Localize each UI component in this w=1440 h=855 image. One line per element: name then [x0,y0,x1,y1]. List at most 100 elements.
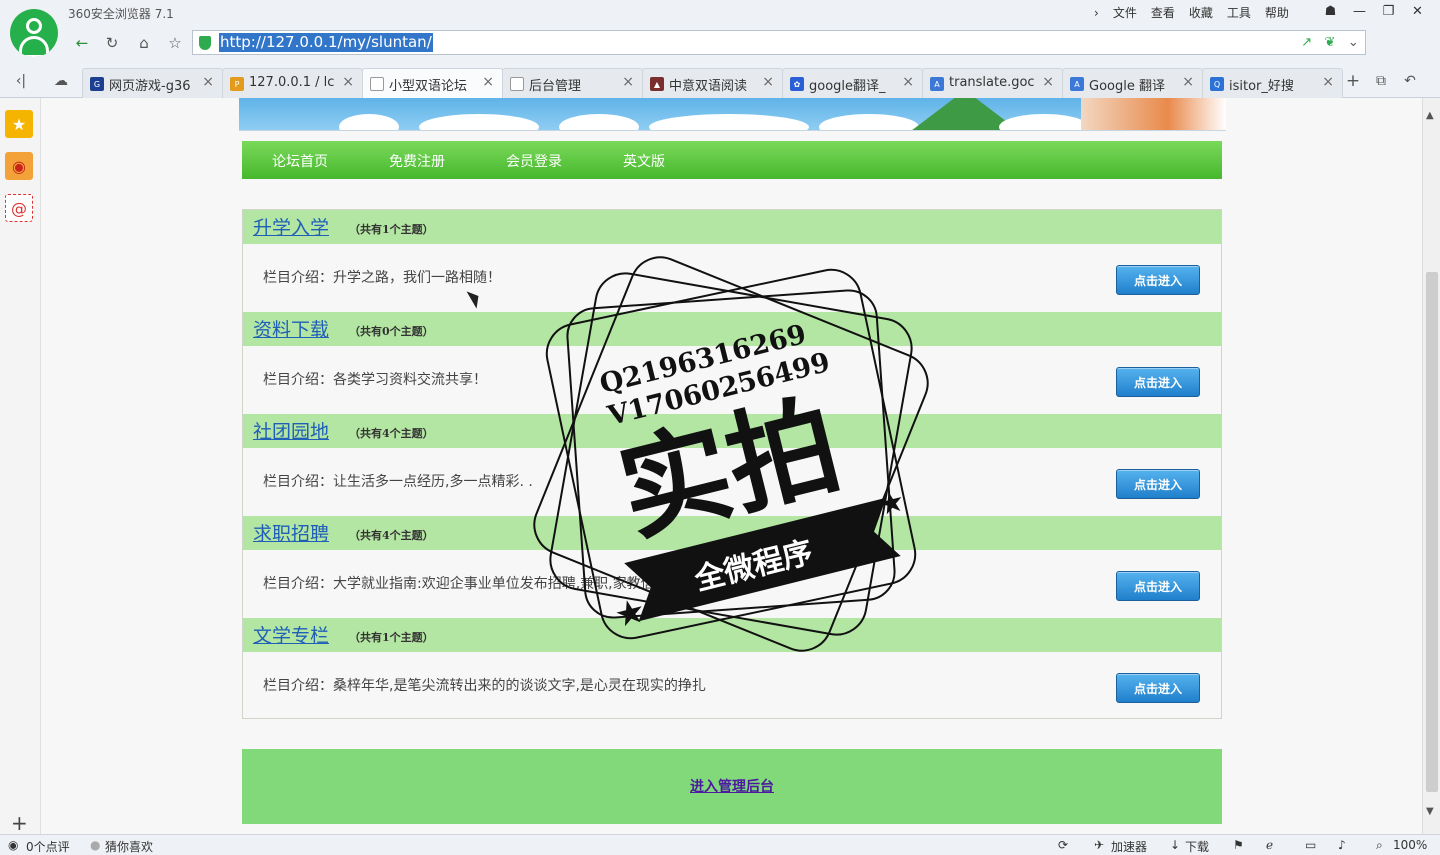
tab-favicon-icon [370,77,384,91]
status-guess[interactable]: 猜你喜欢 [105,838,153,855]
browser-tab[interactable]: 后台管理 × [502,68,643,98]
status-zoom[interactable]: 100% [1393,838,1427,852]
status-accelerator[interactable]: 加速器 [1111,838,1147,855]
tab-title: 网页游戏-g36 [109,79,191,94]
user-avatar-icon[interactable] [10,9,58,57]
menu-help[interactable]: 帮助 [1265,4,1289,21]
tab-close-icon[interactable]: × [1182,74,1194,90]
vertical-scrollbar[interactable]: ▲ ▼ [1422,98,1440,834]
home-icon[interactable]: ⌂ [134,33,154,53]
download-arrow-icon[interactable]: ↓ [1170,838,1180,852]
board-topic-count: （共有1个主题） [349,223,434,236]
flag-icon[interactable]: ⚑ [1233,838,1244,852]
tab-favicon-icon: A [1070,77,1084,91]
url-actions: ↗ ❦ ⌄ [1295,31,1365,54]
board-description: 栏目介绍：升学之路，我们一路相随！ [263,270,501,286]
board-topic-count: （共有4个主题） [349,529,434,542]
forum-nav: 论坛首页 免费注册 会员登录 英文版 [242,141,1222,179]
status-bar: ◉ 0个点评 ● 猜你喜欢 ⟳ ✈ 加速器 ↓ 下载 ⚑ ℯ ▭ ♪ ⌕ 100… [0,834,1440,855]
tab-favicon-icon: ✿ [790,77,804,91]
sync-icon[interactable]: ⟳ [1058,838,1068,852]
tab-close-icon[interactable]: × [762,74,774,90]
weibo-icon[interactable]: ◉ [5,152,33,180]
minimize-button[interactable]: — [1345,0,1374,22]
nav-register-link[interactable]: 免费注册 [389,151,445,171]
scroll-down-icon[interactable]: ▼ [1426,806,1434,817]
comment-icon[interactable]: ◉ [8,838,18,852]
shirt-skin-icon[interactable]: ☗ [1316,0,1345,22]
nav-english-link[interactable]: 英文版 [623,151,665,171]
browser-tab[interactable]: Qisitor_好搜 × [1202,68,1343,98]
status-comments[interactable]: 0个点评 [26,838,70,855]
browser-tab[interactable]: A Google 翻译 × [1062,68,1203,98]
chevron-right-icon[interactable]: › [1094,6,1099,20]
enter-board-button[interactable]: 点击进入 [1116,367,1200,397]
zoom-icon[interactable]: ⌕ [1376,838,1383,853]
tab-close-icon[interactable]: × [622,74,634,90]
new-tab-plus-icon[interactable]: + [1343,71,1363,91]
browser-tab[interactable]: ✿ google翻译_ × [782,68,923,98]
share-icon[interactable]: ↗ [1301,35,1312,50]
menu-favorites[interactable]: 收藏 [1189,4,1213,21]
nav-home-link[interactable]: 论坛首页 [272,151,328,171]
tab-title: Google 翻译 [1089,79,1165,94]
address-bar[interactable]: http://127.0.0.1/my/sluntan/ ↗ ❦ ⌄ [192,30,1366,55]
menu-view[interactable]: 查看 [1151,4,1175,21]
tab-favicon-icon: A [930,77,944,91]
url-text[interactable]: http://127.0.0.1/my/sluntan/ [219,33,433,52]
tab-favicon-icon: Q [1210,77,1224,91]
scrollbar-thumb[interactable] [1426,272,1438,792]
status-download[interactable]: 下载 [1185,838,1209,855]
enter-board-button[interactable]: 点击进入 [1116,673,1200,703]
browser-tab[interactable]: P 127.0.0.1 / lc × [222,68,363,98]
board-name-link[interactable]: 升学入学 [253,213,329,240]
tab-close-icon[interactable]: × [342,74,354,90]
ie-mode-icon[interactable]: ℯ [1266,838,1273,852]
board-name-link[interactable]: 文学专栏 [253,621,329,648]
tab-window-icon[interactable]: ⧉ [1371,72,1391,90]
tab-close-icon[interactable]: × [902,74,914,90]
board-name-link[interactable]: 求职招聘 [253,519,329,546]
admin-backend-link[interactable]: 进入管理后台 [242,776,1222,796]
close-window-button[interactable]: ✕ [1403,0,1432,22]
add-sidebar-plus-icon[interactable]: + [11,811,28,835]
cloud-icon[interactable]: ☁ [51,72,71,90]
maximize-button[interactable]: ❐ [1374,0,1403,22]
tab-close-icon[interactable]: × [482,74,494,90]
tab-title: isitor_好搜 [1229,79,1294,94]
leaf-icon[interactable]: ❦ [1325,35,1336,50]
browser-tab[interactable]: Atranslate.goc × [922,68,1063,98]
chevron-down-icon[interactable]: ⌄ [1348,35,1359,50]
nav-login-link[interactable]: 会员登录 [506,151,562,171]
enter-board-button[interactable]: 点击进入 [1116,469,1200,499]
mail-at-icon[interactable]: @ [5,194,33,222]
tab-close-icon[interactable]: × [1042,74,1054,90]
tab-title: 中意双语阅读 [669,79,748,94]
window-controls: ☗ — ❐ ✕ [1316,0,1432,22]
scroll-up-icon[interactable]: ▲ [1426,110,1434,121]
back-arrow-icon[interactable]: ← [72,33,92,53]
browser-tab[interactable]: 小型双语论坛 × [362,68,503,99]
guess-icon[interactable]: ● [90,838,100,852]
browser-tab[interactable]: G 网页游戏-g36 × [82,68,223,98]
board-name-link[interactable]: 社团园地 [253,417,329,444]
tab-close-icon[interactable]: × [1322,74,1334,90]
refresh-icon[interactable]: ↻ [102,33,122,53]
favorites-star-icon[interactable]: ★ [5,110,33,138]
enter-board-button[interactable]: 点击进入 [1116,571,1200,601]
rocket-icon[interactable]: ✈ [1094,838,1104,852]
enter-board-button[interactable]: 点击进入 [1116,265,1200,295]
window-icon[interactable]: ▭ [1305,838,1316,852]
tab-list-left-icon[interactable]: ‹| [11,72,31,90]
navigation-row: ← ↻ ⌂ ☆ http://127.0.0.1/my/sluntan/ ↗ ❦… [66,29,1433,57]
sound-icon[interactable]: ♪ [1338,838,1346,852]
star-bookmark-icon[interactable]: ☆ [165,33,185,53]
board-header: 升学入学 （共有1个主题） [243,210,1221,244]
menu-file[interactable]: 文件 [1113,4,1137,21]
watermark-stamp: Q2196316269 V17060256499 实拍 全微程序 ★ ★ [533,256,929,652]
undo-closed-tab-icon[interactable]: ↶ [1400,72,1420,90]
browser-tab[interactable]: ▲ 中意双语阅读 × [642,68,783,98]
board-name-link[interactable]: 资料下载 [253,315,329,342]
menu-tools[interactable]: 工具 [1227,4,1251,21]
tab-close-icon[interactable]: × [202,74,214,90]
